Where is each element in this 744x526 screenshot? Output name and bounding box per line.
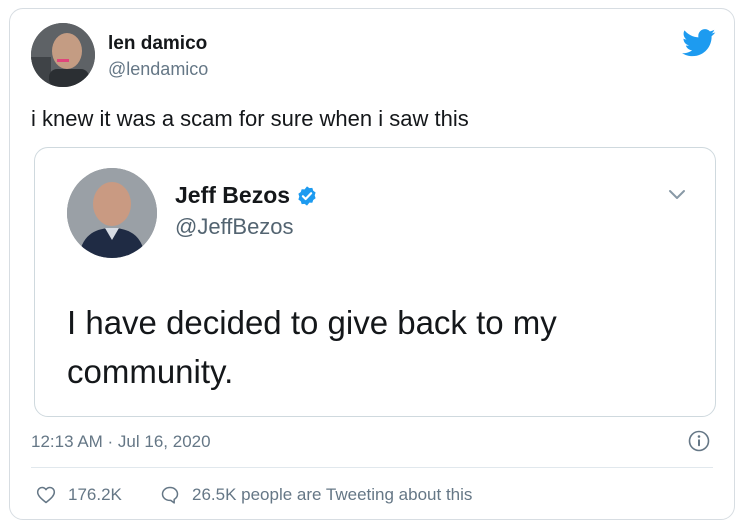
info-icon[interactable] <box>688 430 710 452</box>
tweeting-about-action[interactable]: 26.5K people are Tweeting about this <box>160 485 472 505</box>
tweet-text: i knew it was a scam for sure when i saw… <box>31 106 469 131</box>
reply-bubble-icon <box>161 486 179 504</box>
author-handle[interactable]: @lendamico <box>108 59 208 80</box>
like-action[interactable]: 176.2K <box>36 485 122 505</box>
quoted-tweet-text: I have decided to give back to my commun… <box>67 304 557 390</box>
author-avatar[interactable] <box>31 23 95 87</box>
quoted-tweet[interactable]: Jeff Bezos @JeffBezos I have decided to … <box>34 147 716 417</box>
tweet-card: len damico @lendamico i knew it was a sc… <box>9 8 735 520</box>
quoted-author-name-row: Jeff Bezos <box>175 182 318 209</box>
quoted-author-name[interactable]: Jeff Bezos <box>175 182 290 209</box>
verified-badge-icon <box>298 185 316 206</box>
author-name[interactable]: len damico <box>108 33 207 55</box>
tweeting-about-text: 26.5K people are Tweeting about this <box>192 485 473 504</box>
tweet-timestamp[interactable]: 12:13 AM · Jul 16, 2020 <box>31 432 211 452</box>
chevron-down-icon[interactable] <box>667 188 687 202</box>
heart-icon <box>36 486 56 504</box>
twitter-bird-icon[interactable] <box>682 29 716 57</box>
like-count: 176.2K <box>68 485 122 504</box>
quoted-author-handle[interactable]: @JeffBezos <box>175 214 294 240</box>
quoted-author-avatar[interactable] <box>67 168 157 258</box>
divider <box>31 467 713 468</box>
